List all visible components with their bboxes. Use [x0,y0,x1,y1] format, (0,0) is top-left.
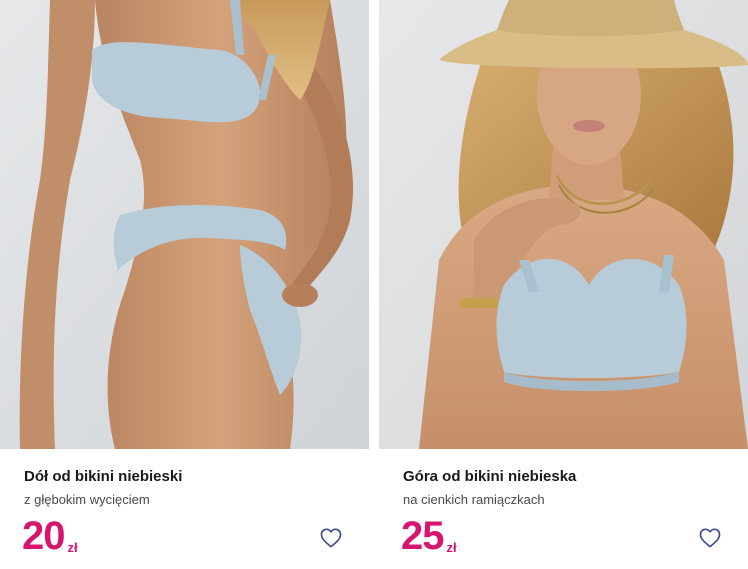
wishlist-button[interactable] [698,526,722,550]
product-title[interactable]: Góra od bikini niebieska [403,468,576,485]
product-image[interactable] [0,0,369,449]
heart-outline-icon [699,528,721,548]
product-card-bikini-bottom[interactable]: Dół od bikini niebieski z głębokim wycię… [0,0,369,569]
price-amount: 25 [401,514,444,558]
product-price: 25 zł [401,514,457,558]
product-subtitle: z głębokim wycięciem [24,492,150,507]
product-photo-bikini-bottom [0,0,369,449]
price-currency: zł [67,540,78,555]
product-price: 20 zł [22,514,78,558]
product-grid: Dół od bikini niebieski z głębokim wycię… [0,0,748,569]
product-card-bikini-top[interactable]: Góra od bikini niebieska na cienkich ram… [379,0,748,569]
wishlist-button[interactable] [319,526,343,550]
heart-outline-icon [320,528,342,548]
price-amount: 20 [22,514,65,558]
product-subtitle: na cienkich ramiączkach [403,492,545,507]
price-currency: zł [446,540,457,555]
product-image[interactable] [379,0,748,449]
product-title[interactable]: Dół od bikini niebieski [24,468,182,485]
product-photo-bikini-top [379,0,748,449]
